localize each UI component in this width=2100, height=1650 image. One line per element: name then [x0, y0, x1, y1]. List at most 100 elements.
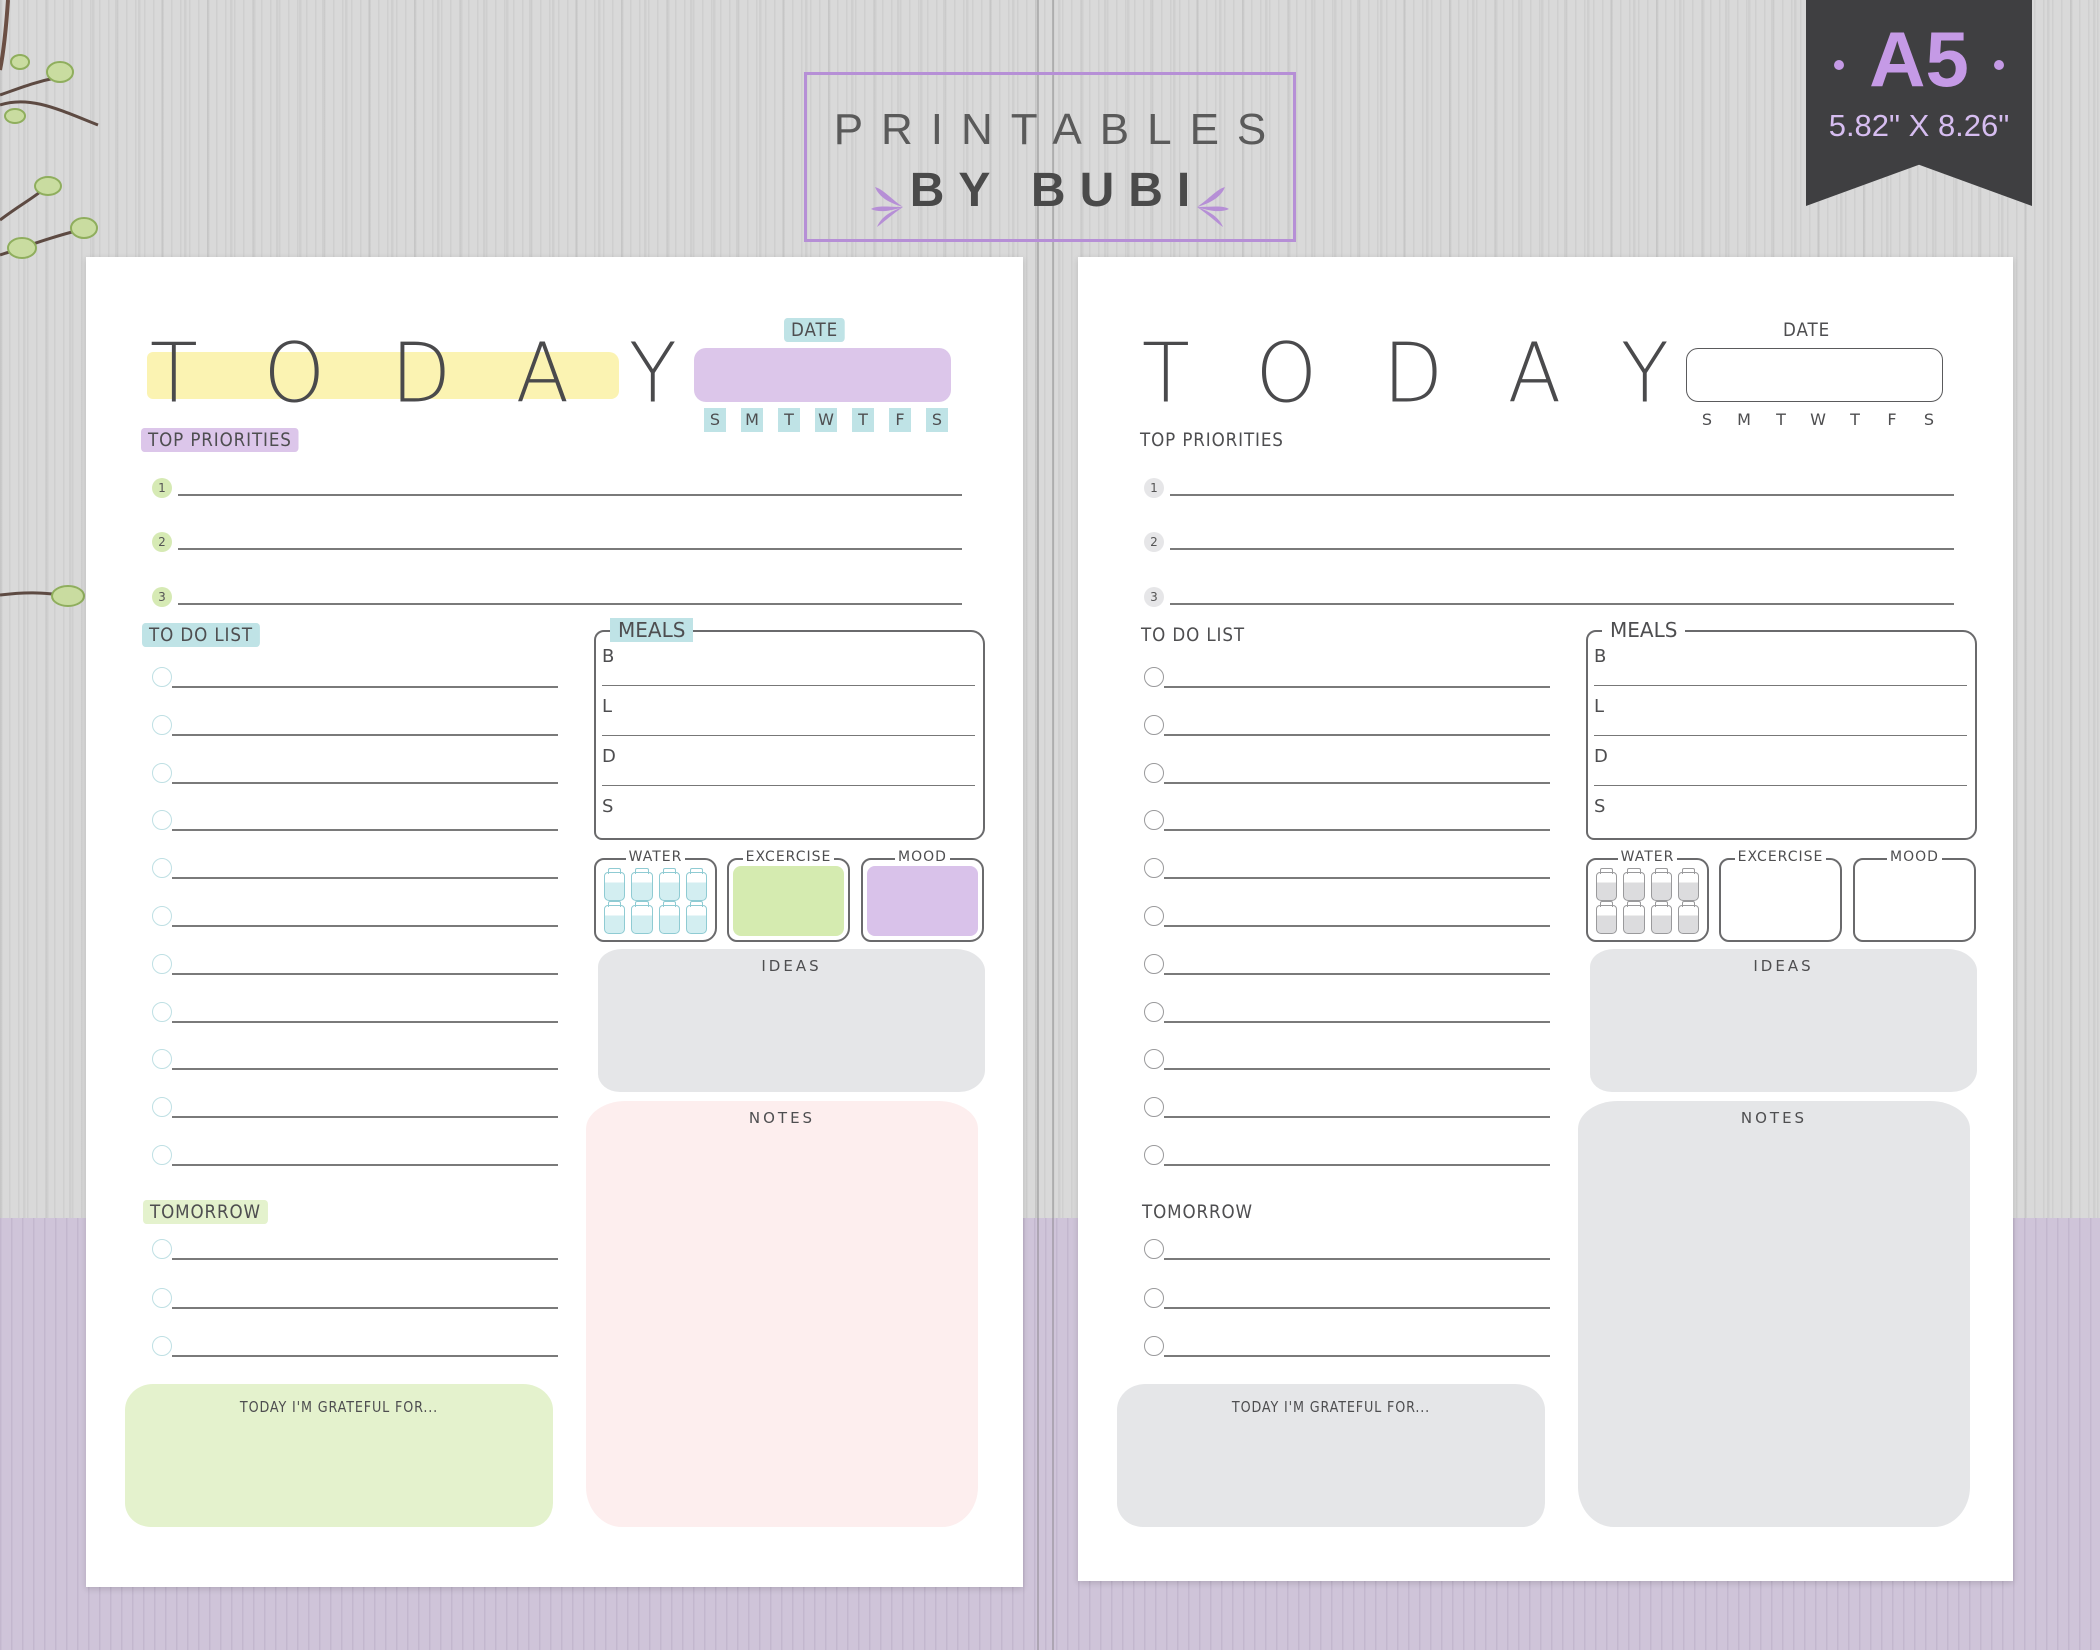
todo-item[interactable] [1144, 1097, 1550, 1123]
water-tracker[interactable]: WATER [594, 849, 717, 942]
todo-checkbox[interactable] [152, 1049, 172, 1070]
ideas-box[interactable]: IDEAS [598, 949, 985, 1092]
todo-checkbox[interactable] [1144, 1049, 1164, 1070]
todo-item[interactable] [1144, 953, 1550, 980]
date-field[interactable] [1686, 348, 1943, 402]
todo-checkbox[interactable] [1144, 1001, 1164, 1022]
exercise-tracker[interactable]: EXCERCISE [1719, 849, 1842, 942]
todo-checkbox[interactable] [1144, 714, 1164, 735]
todo-item[interactable] [1144, 1001, 1550, 1028]
mood-tracker[interactable]: MOOD [1853, 849, 1976, 942]
priority-row[interactable]: 2 [1144, 532, 1954, 556]
tomorrow-checkbox[interactable] [1144, 1287, 1164, 1308]
weekday-option[interactable]: F [1881, 408, 1903, 432]
todo-item[interactable] [152, 667, 558, 693]
todo-item[interactable] [1144, 906, 1550, 932]
water-glass-icon[interactable] [1596, 868, 1618, 901]
todo-checkbox[interactable] [1144, 858, 1164, 879]
priority-row[interactable]: 2 [152, 532, 962, 556]
todo-checkbox[interactable] [1144, 906, 1164, 926]
todo-item[interactable] [1144, 810, 1550, 836]
water-glass-icon[interactable] [604, 901, 626, 934]
todo-item[interactable] [1144, 1145, 1550, 1171]
tomorrow-checkbox[interactable] [152, 1336, 172, 1356]
weekday-option[interactable]: S [704, 408, 726, 432]
tomorrow-item[interactable] [152, 1336, 558, 1362]
water-glass-icon[interactable] [1623, 868, 1645, 901]
todo-checkbox[interactable] [1144, 1097, 1164, 1118]
meal-row[interactable]: S [602, 786, 975, 836]
weekday-option[interactable]: T [778, 408, 800, 432]
todo-checkbox[interactable] [152, 1001, 172, 1022]
weekday-option[interactable]: W [1807, 408, 1829, 432]
meal-row[interactable]: B [1594, 636, 1967, 686]
grateful-box[interactable]: TODAY I'M GRATEFUL FOR... [1117, 1384, 1545, 1527]
todo-item[interactable] [152, 810, 558, 836]
date-field[interactable] [694, 348, 951, 402]
priority-row[interactable]: 3 [152, 587, 962, 611]
weekday-option[interactable]: T [1844, 408, 1866, 432]
water-glass-icon[interactable] [631, 868, 653, 901]
todo-item[interactable] [1144, 667, 1550, 693]
todo-item[interactable] [152, 1049, 558, 1075]
tomorrow-item[interactable] [1144, 1239, 1550, 1265]
weekday-option[interactable]: F [889, 408, 911, 432]
water-glass-icon[interactable] [1677, 868, 1699, 901]
meal-row[interactable]: D [602, 736, 975, 786]
water-tracker[interactable]: WATER [1586, 849, 1709, 942]
todo-checkbox[interactable] [1144, 810, 1164, 831]
meal-row[interactable]: D [1594, 736, 1967, 786]
weekday-option[interactable]: T [852, 408, 874, 432]
meal-row[interactable]: L [1594, 686, 1967, 736]
todo-item[interactable] [152, 762, 558, 789]
water-glass-icon[interactable] [658, 901, 680, 934]
water-glass-icon[interactable] [1650, 868, 1672, 901]
tomorrow-item[interactable] [1144, 1287, 1550, 1314]
tomorrow-item[interactable] [152, 1239, 558, 1265]
todo-item[interactable] [152, 1097, 558, 1123]
ideas-box[interactable]: IDEAS [1590, 949, 1977, 1092]
weekday-option[interactable]: S [1696, 408, 1718, 432]
todo-checkbox[interactable] [152, 1145, 172, 1165]
water-glass-icon[interactable] [685, 901, 707, 934]
water-glass-icon[interactable] [1650, 901, 1672, 934]
grateful-box[interactable]: TODAY I'M GRATEFUL FOR... [125, 1384, 553, 1527]
todo-checkbox[interactable] [1144, 1145, 1164, 1165]
water-glass-icon[interactable] [685, 868, 707, 901]
water-glass-icon[interactable] [604, 868, 626, 901]
todo-item[interactable] [1144, 714, 1550, 741]
todo-checkbox[interactable] [1144, 667, 1164, 687]
priority-row[interactable]: 3 [1144, 587, 1954, 611]
weekday-option[interactable]: M [1733, 408, 1755, 432]
tomorrow-item[interactable] [152, 1287, 558, 1314]
todo-item[interactable] [1144, 1049, 1550, 1075]
tomorrow-checkbox[interactable] [152, 1287, 172, 1308]
todo-checkbox[interactable] [152, 1097, 172, 1118]
priority-row[interactable]: 1 [1144, 478, 1954, 502]
tomorrow-checkbox[interactable] [152, 1239, 172, 1259]
meal-row[interactable]: S [1594, 786, 1967, 836]
water-glass-icon[interactable] [631, 901, 653, 934]
weekday-option[interactable]: M [741, 408, 763, 432]
notes-box[interactable]: NOTES [586, 1101, 978, 1527]
notes-box[interactable]: NOTES [1578, 1101, 1970, 1527]
todo-item[interactable] [1144, 762, 1550, 789]
todo-item[interactable] [152, 1145, 558, 1171]
tomorrow-checkbox[interactable] [1144, 1239, 1164, 1259]
todo-checkbox[interactable] [1144, 953, 1164, 974]
todo-checkbox[interactable] [152, 906, 172, 926]
todo-checkbox[interactable] [152, 714, 172, 735]
todo-checkbox[interactable] [152, 810, 172, 831]
tomorrow-item[interactable] [1144, 1336, 1550, 1362]
todo-item[interactable] [152, 714, 558, 741]
todo-item[interactable] [152, 906, 558, 932]
todo-checkbox[interactable] [152, 762, 172, 783]
todo-item[interactable] [152, 953, 558, 980]
todo-checkbox[interactable] [152, 858, 172, 879]
water-glass-icon[interactable] [1623, 901, 1645, 934]
weekday-option[interactable]: T [1770, 408, 1792, 432]
water-glass-icon[interactable] [1596, 901, 1618, 934]
meal-row[interactable]: L [602, 686, 975, 736]
water-glass-icon[interactable] [658, 868, 680, 901]
water-glass-icon[interactable] [1677, 901, 1699, 934]
